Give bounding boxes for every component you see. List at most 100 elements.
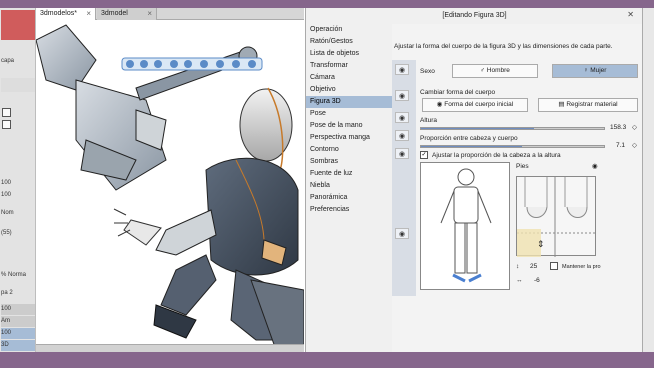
layer-label: 100	[1, 306, 12, 312]
eye-icon[interactable]: ◉	[395, 64, 409, 75]
close-icon[interactable]: ×	[86, 8, 91, 20]
checkbox[interactable]	[2, 108, 11, 117]
register-material-button[interactable]: ▤ Registrar material	[538, 98, 638, 112]
adjust-checkbox[interactable]: ✓	[420, 151, 428, 159]
manipulator-gizmo[interactable]	[121, 57, 263, 71]
initial-body-button[interactable]: ◉ Forma del cuerpo inicial	[422, 98, 528, 112]
gender-label: Hombre	[486, 67, 510, 74]
category-item[interactable]: Niebla	[306, 180, 392, 192]
category-item[interactable]: Panorámica	[306, 192, 392, 204]
proportion-slider[interactable]	[420, 145, 605, 148]
layer-row-4[interactable]: (55)	[1, 228, 35, 239]
layer-row-2[interactable]	[1, 78, 35, 92]
field1-value[interactable]: 25	[530, 262, 537, 271]
category-item[interactable]: Pose	[306, 108, 392, 120]
opacity-label: 100	[1, 180, 12, 186]
close-icon[interactable]: ×	[147, 8, 152, 20]
category-item[interactable]: Perspectiva manga	[306, 132, 392, 144]
category-list: Operación Ratón/Gestos Lista de objetos …	[306, 24, 392, 352]
reset-view-icon[interactable]: ◉	[592, 162, 598, 171]
description-text: Ajustar la forma del cuerpo de la figura…	[394, 43, 613, 50]
eye-icon[interactable]: ◉	[395, 112, 409, 123]
edit-figure-dialog: [Editando Figura 3D] ✕ Operación Ratón/G…	[305, 8, 643, 352]
body-map[interactable]	[420, 162, 510, 290]
category-item[interactable]: Objetivo	[306, 84, 392, 96]
layer-label: capa	[1, 58, 15, 64]
category-item[interactable]: Operación	[306, 24, 392, 36]
app-window: capa 100 100 Nom (55) % Norma pa 2 100 A…	[0, 8, 654, 352]
color-swatch[interactable]	[1, 10, 35, 40]
dialog-title: [Editando Figura 3D]	[442, 12, 507, 19]
sexo-label: Sexo	[420, 68, 435, 75]
category-item[interactable]: Ratón/Gestos	[306, 36, 392, 48]
tab-3dmodel[interactable]: 3dmodel ×	[97, 8, 157, 20]
layer-row-7[interactable]: 100	[1, 304, 35, 315]
proportion-value[interactable]: 7.1	[616, 141, 625, 150]
layer-row-3[interactable]: Nom	[1, 208, 35, 219]
button-label: Registrar material	[566, 101, 618, 108]
category-item[interactable]: Lista de objetos	[306, 48, 392, 60]
eye-icon[interactable]: ◉	[395, 228, 409, 239]
layer-label: (55)	[1, 230, 12, 236]
tab-3dmodelos[interactable]: 3dmodelos* ×	[36, 8, 96, 20]
spinner-icon[interactable]: ◇	[632, 141, 637, 150]
checkbox[interactable]	[2, 120, 11, 129]
altura-slider[interactable]	[420, 127, 605, 130]
male-icon: ♂	[480, 67, 487, 74]
eye-icon[interactable]: ◉	[395, 148, 409, 159]
mantener-checkbox[interactable]	[550, 262, 558, 270]
svg-text:⇕: ⇕	[537, 239, 545, 249]
category-item[interactable]: Fuente de luz	[306, 168, 392, 180]
category-item[interactable]: Preferencias	[306, 204, 392, 216]
opacity-row[interactable]: 100	[1, 178, 35, 189]
layer-panel: capa 100 100 Nom (55) % Norma pa 2 100 A…	[0, 8, 36, 352]
gender-hombre-button[interactable]: ♂ Hombre	[452, 64, 538, 78]
layer-row-9[interactable]: 100	[1, 328, 35, 339]
close-icon[interactable]: ✕	[627, 10, 634, 19]
visibility-column: ◉ ◉ ◉ ◉ ◉ ◉	[392, 60, 416, 296]
altura-label: Altura	[420, 117, 437, 124]
eye-icon[interactable]: ◉	[395, 90, 409, 101]
width-icon: ↔	[516, 277, 523, 284]
part-preview[interactable]: ⇕	[516, 176, 597, 257]
body-silhouette-icon[interactable]	[421, 163, 511, 291]
category-item[interactable]: Transformar	[306, 60, 392, 72]
mantener-label: Mantener la pro	[562, 264, 601, 270]
settings-panel: Ajustar la forma del cuerpo de la figura…	[392, 24, 643, 352]
opacity-label: 100	[1, 192, 12, 198]
layer-row-5[interactable]: % Norma	[1, 270, 35, 281]
height-icon: ↕	[516, 263, 520, 270]
canvas-toolbar: ↶↷▢⊕⊞⇋	[36, 344, 304, 352]
opacity-row-2[interactable]: 100	[1, 190, 35, 201]
canvas-area[interactable]	[36, 20, 304, 344]
tab-label: 3dmodel	[101, 10, 128, 17]
category-item[interactable]: Sombras	[306, 156, 392, 168]
category-item[interactable]: Pose de la mano	[306, 120, 392, 132]
layer-label: pa 2	[1, 290, 13, 296]
layer-row-10[interactable]: 3D	[1, 340, 35, 351]
category-item[interactable]: Contorno	[306, 144, 392, 156]
field2-value[interactable]: -6	[534, 276, 540, 285]
layer-label: 3D	[1, 342, 9, 348]
layer-label: Am	[1, 318, 10, 324]
cambiar-label: Cambiar forma del cuerpo	[420, 89, 496, 96]
altura-value[interactable]: 158.3	[610, 123, 626, 132]
layer-label: 100	[1, 330, 12, 336]
eye-icon[interactable]: ◉	[395, 130, 409, 141]
gender-label: Mujer	[590, 67, 607, 74]
category-item-selected[interactable]: Figura 3D	[306, 96, 392, 108]
layer-row-6[interactable]: pa 2	[1, 288, 35, 299]
layer-row-1[interactable]: capa	[1, 56, 35, 67]
gender-mujer-button[interactable]: ♀ Mujer	[552, 64, 638, 78]
slider-fill	[421, 146, 522, 147]
feet-preview-icon: ⇕	[517, 177, 597, 257]
layer-label: % Norma	[1, 272, 27, 278]
tab-label: 3dmodelos*	[40, 10, 77, 17]
figure-3d-illustration[interactable]	[36, 20, 304, 344]
slider-fill	[421, 128, 535, 129]
spinner-icon[interactable]: ◇	[632, 123, 637, 132]
layer-label: Nom	[1, 210, 14, 216]
category-item[interactable]: Cámara	[306, 72, 392, 84]
layer-row-8[interactable]: Am	[1, 316, 35, 327]
dialog-scrollbar[interactable]	[642, 8, 654, 352]
